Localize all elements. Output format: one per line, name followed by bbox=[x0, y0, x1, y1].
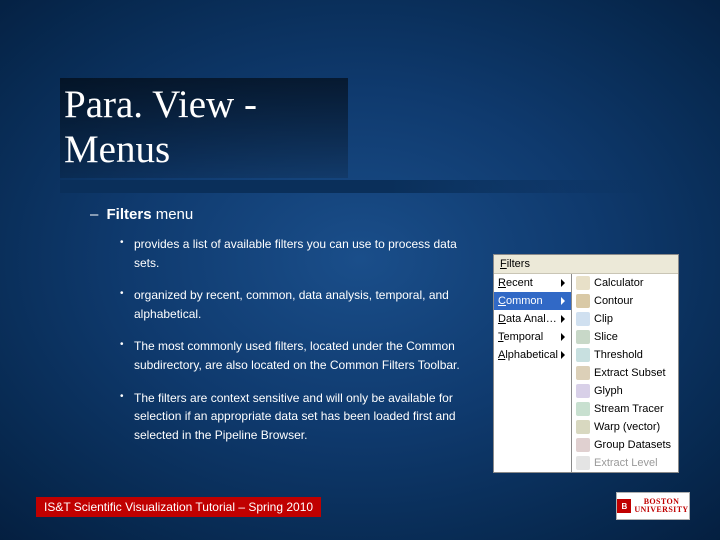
bullet-item: The most commonly used filters, located … bbox=[120, 337, 480, 374]
chevron-right-icon bbox=[561, 315, 565, 323]
subhead-dash: – bbox=[90, 206, 98, 223]
chevron-right-icon bbox=[561, 297, 565, 305]
filter-icon bbox=[576, 312, 590, 326]
menu-header[interactable]: Filters bbox=[494, 255, 678, 274]
filter-item-label: Clip bbox=[594, 313, 613, 325]
filter-icon bbox=[576, 420, 590, 434]
filter-item-label: Warp (vector) bbox=[594, 421, 660, 433]
subhead-bold: Filters bbox=[107, 206, 152, 223]
filter-item: Extract Level bbox=[572, 454, 678, 472]
filter-icon bbox=[576, 438, 590, 452]
logo-text: BOSTON UNIVERSITY bbox=[634, 498, 688, 515]
title-underline bbox=[60, 180, 660, 193]
filter-item[interactable]: Slice bbox=[572, 328, 678, 346]
filter-item[interactable]: Threshold bbox=[572, 346, 678, 364]
filter-item[interactable]: Clip bbox=[572, 310, 678, 328]
filter-icon bbox=[576, 384, 590, 398]
filter-item-label: Contour bbox=[594, 295, 633, 307]
filter-item[interactable]: Calculator bbox=[572, 274, 678, 292]
filter-item-label: Group Datasets bbox=[594, 439, 671, 451]
bullet-item: The filters are context sensitive and wi… bbox=[120, 389, 480, 445]
slide-title: Para. View - Menus bbox=[60, 78, 348, 178]
filter-item[interactable]: Group Datasets bbox=[572, 436, 678, 454]
filter-item-label: Calculator bbox=[594, 277, 644, 289]
filter-item-label: Extract Subset bbox=[594, 367, 666, 379]
submenu-item-label: Recent bbox=[498, 277, 561, 289]
filter-item[interactable]: Warp (vector) bbox=[572, 418, 678, 436]
footer-bar: IS&T Scientific Visualization Tutorial –… bbox=[36, 497, 321, 517]
boston-university-logo: B BOSTON UNIVERSITY bbox=[616, 492, 690, 520]
filter-item-label: Extract Level bbox=[594, 457, 658, 469]
filter-item-label: Slice bbox=[594, 331, 618, 343]
filter-icon bbox=[576, 402, 590, 416]
submenu-item-label: Common bbox=[498, 295, 561, 307]
submenu-item-label: Alphabetical bbox=[498, 349, 561, 361]
submenu-item-label: Temporal bbox=[498, 331, 561, 343]
filters-menu-screenshot: Filters Recent Common Data Analysis Tempora… bbox=[493, 254, 679, 473]
filter-icon bbox=[576, 348, 590, 362]
bullet-item: provides a list of available filters you… bbox=[120, 235, 480, 272]
submenu-item[interactable]: Common bbox=[494, 292, 571, 310]
menu-header-label: Filters bbox=[500, 258, 530, 270]
filter-item[interactable]: Glyph bbox=[572, 382, 678, 400]
bullet-list: provides a list of available filters you… bbox=[120, 235, 480, 444]
subhead-rest: menu bbox=[152, 206, 194, 223]
chevron-right-icon bbox=[561, 279, 565, 287]
filter-icon bbox=[576, 330, 590, 344]
subhead: – Filters menu bbox=[90, 206, 480, 223]
logo-square-icon: B bbox=[617, 499, 631, 513]
chevron-right-icon bbox=[561, 351, 565, 359]
filter-icon bbox=[576, 294, 590, 308]
filter-item[interactable]: Extract Subset bbox=[572, 364, 678, 382]
filter-icon bbox=[576, 276, 590, 290]
filter-icon bbox=[576, 366, 590, 380]
submenu-item[interactable]: Alphabetical bbox=[494, 346, 571, 364]
menu-right-column: Calculator Contour Clip Slice Threshold Extra… bbox=[572, 274, 678, 472]
filter-icon bbox=[576, 456, 590, 470]
content-block: – Filters menu provides a list of availa… bbox=[90, 206, 480, 458]
menu-left-column: Recent Common Data Analysis Temporal Alphabe… bbox=[494, 274, 572, 472]
bullet-item: organized by recent, common, data analys… bbox=[120, 286, 480, 323]
submenu-item[interactable]: Temporal bbox=[494, 328, 571, 346]
submenu-item[interactable]: Data Analysis bbox=[494, 310, 571, 328]
submenu-item-label: Data Analysis bbox=[498, 313, 561, 325]
chevron-right-icon bbox=[561, 333, 565, 341]
filter-item[interactable]: Stream Tracer bbox=[572, 400, 678, 418]
filter-item-label: Threshold bbox=[594, 349, 643, 361]
filter-item-label: Stream Tracer bbox=[594, 403, 664, 415]
submenu-item[interactable]: Recent bbox=[494, 274, 571, 292]
filter-item[interactable]: Contour bbox=[572, 292, 678, 310]
filter-item-label: Glyph bbox=[594, 385, 623, 397]
